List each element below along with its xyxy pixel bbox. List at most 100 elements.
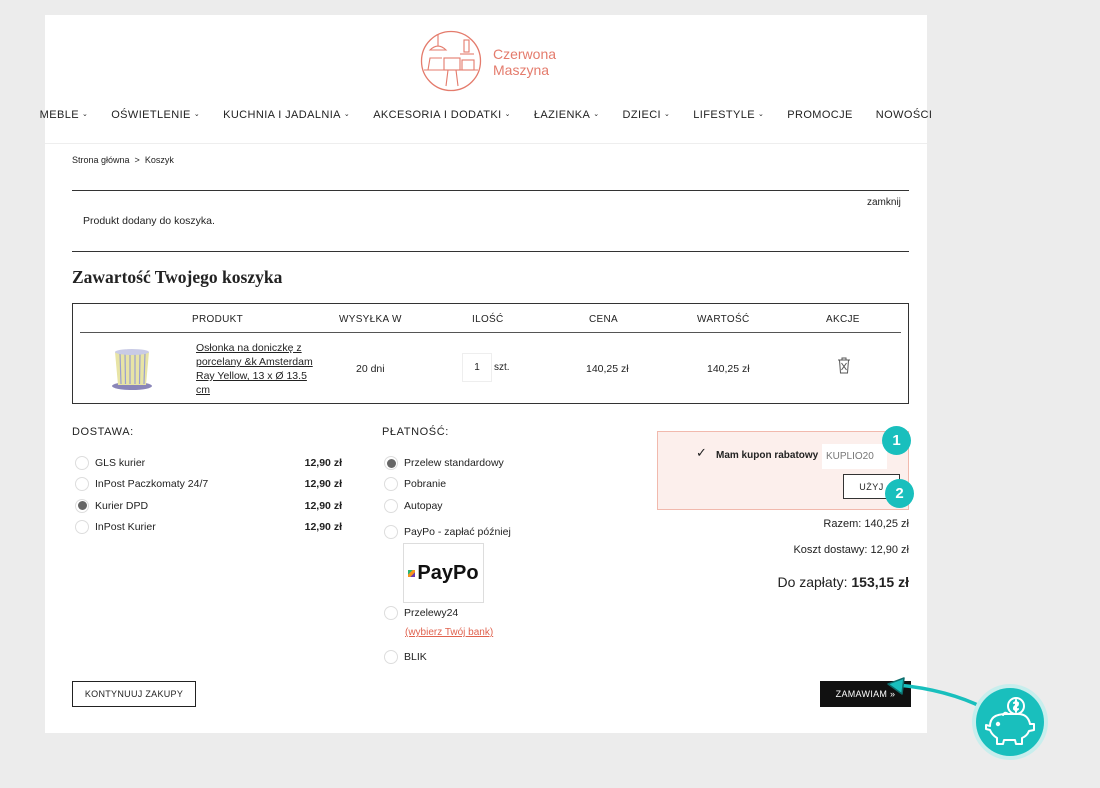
paypo-logo-text: PayPo: [417, 561, 479, 584]
brand-name[interactable]: Czerwona Maszyna: [493, 46, 556, 78]
nav-item-0[interactable]: MEBLE ⌄: [28, 109, 100, 121]
nav-item-6[interactable]: LIFESTYLE ⌄: [682, 109, 776, 121]
payment-option-blik[interactable]: BLIK: [384, 650, 427, 664]
payment-option-label: Pobranie: [404, 478, 447, 490]
coupon-panel: ✓ Mam kupon rabatowy UŻYJ: [657, 431, 909, 510]
piggy-bank-badge: [976, 688, 1044, 756]
choose-bank-link[interactable]: (wybierz Twój bank): [405, 627, 493, 638]
chevron-down-icon: ⌄: [504, 111, 511, 118]
payment-option-label: Autopay: [404, 500, 443, 512]
chevron-down-icon: ⌄: [193, 111, 201, 118]
amount-due-value: 153,15 zł: [851, 574, 909, 590]
payment-option-label: Przelew standardowy: [404, 457, 504, 469]
payment-option-autopay[interactable]: Autopay: [384, 499, 443, 513]
header-price: CENA: [589, 314, 618, 325]
nav-item-label: PROMOCJE: [787, 109, 853, 121]
notice-bottom-divider: [72, 251, 909, 252]
header-product: PRODUKT: [192, 314, 243, 325]
payment-option-label: PayPo - zapłać później: [404, 526, 511, 538]
brand-line1: Czerwona: [493, 46, 557, 62]
radio-button[interactable]: [75, 456, 89, 470]
radio-button[interactable]: [384, 499, 398, 513]
delivery-option[interactable]: GLS kurier 12,90 zł: [75, 456, 342, 470]
payment-option-paypo[interactable]: PayPo - zapłać później: [384, 525, 511, 539]
amount-due: Do zapłaty: 153,15 zł: [777, 574, 909, 590]
coupon-checkbox[interactable]: ✓: [696, 446, 709, 459]
shipping-cost: Koszt dostawy: 12,90 zł: [793, 544, 909, 556]
payment-option-przelew[interactable]: Przelew standardowy: [384, 456, 504, 470]
product-name-link[interactable]: Osłonka na doniczkę z porcelany &k Amste…: [196, 341, 316, 397]
step-badge-1: 1: [882, 426, 911, 455]
nav-item-label: AKCESORIA I DODATKI: [373, 109, 502, 121]
subtotal: Razem: 140,25 zł: [823, 518, 909, 530]
pointer-arrow-icon: [887, 677, 986, 710]
header-shipping: WYSYŁKA W: [339, 314, 402, 325]
trash-icon[interactable]: [837, 357, 851, 374]
product-thumbnail[interactable]: [111, 346, 153, 392]
delivery-option[interactable]: InPost Paczkomaty 24/7 12,90 zł: [75, 477, 342, 492]
radio-button[interactable]: [384, 525, 398, 539]
step-badge-2: 2: [885, 479, 914, 508]
nav-item-label: OŚWIETLENIE: [111, 109, 191, 121]
nav-item-2[interactable]: KUCHNIA I JADALNIA ⌄: [212, 109, 362, 121]
page: Czerwona Maszyna MEBLE ⌄ OŚWIETLENIE ⌄ KUCHN…: [40, 15, 932, 733]
quantity-unit: szt.: [494, 362, 510, 373]
radio-button[interactable]: [384, 456, 398, 470]
product-value: 140,25 zł: [707, 363, 750, 375]
close-notice-link[interactable]: zamknij: [867, 197, 901, 208]
logo-icon[interactable]: [420, 30, 482, 92]
nav-item-7[interactable]: PROMOCJE: [776, 109, 865, 121]
piggy-bank-icon: [985, 697, 1035, 745]
radio-button[interactable]: [75, 519, 89, 534]
payment-option-pobranie[interactable]: Pobranie: [384, 477, 446, 491]
delivery-option-price: 12,90 zł: [304, 457, 342, 469]
delivery-option[interactable]: Kurier DPD 12,90 zł: [75, 498, 342, 513]
header-divider: [45, 143, 927, 144]
coupon-code-input[interactable]: [822, 444, 887, 469]
delivery-option-price: 12,90 zł: [304, 478, 342, 491]
table-header-divider: [80, 332, 901, 333]
chevron-down-icon: ⌄: [343, 111, 351, 118]
nav-item-4[interactable]: ŁAZIENKA ⌄: [522, 109, 611, 121]
delivery-option-label: Kurier DPD: [95, 499, 149, 512]
main-nav: MEBLE ⌄ OŚWIETLENIE ⌄ KUCHNIA I JADALNIA ⌄ AKC…: [40, 109, 932, 121]
nav-item-3[interactable]: AKCESORIA I DODATKI ⌄: [362, 109, 523, 121]
radio-button[interactable]: [384, 477, 398, 491]
chevron-down-icon: ⌄: [664, 111, 671, 118]
nav-item-1[interactable]: OŚWIETLENIE ⌄: [100, 109, 212, 121]
chevron-down-icon: ⌄: [757, 111, 765, 118]
radio-button[interactable]: [75, 498, 89, 513]
nav-item-label: DZIECI: [622, 109, 662, 121]
breadcrumb-home[interactable]: Strona główna: [72, 155, 130, 165]
header-actions: AKCJE: [826, 314, 860, 325]
chevron-down-icon: ⌄: [593, 111, 600, 118]
payment-option-label: Przelewy24: [404, 607, 459, 619]
delivery-option-label: GLS kurier: [95, 457, 146, 469]
paypo-mark-icon: [408, 569, 416, 577]
paypo-logo: PayPo: [403, 543, 484, 603]
continue-shopping-button[interactable]: KONTYNUUJ ZAKUPY: [72, 681, 196, 707]
breadcrumb-current: Koszyk: [144, 155, 174, 165]
quantity-input[interactable]: 1: [462, 353, 492, 382]
breadcrumb-separator: >: [134, 155, 140, 165]
payment-label: PŁATNOŚĆ:: [382, 426, 449, 438]
nav-item-label: ŁAZIENKA: [533, 109, 591, 121]
added-to-cart-message: Produkt dodany do koszyka.: [83, 215, 215, 227]
radio-button[interactable]: [384, 650, 398, 664]
notice-top-divider: [72, 190, 909, 191]
nav-item-label: LIFESTYLE: [693, 109, 755, 121]
product-price: 140,25 zł: [586, 363, 629, 375]
nav-item-8[interactable]: NOWOŚCI: [864, 109, 944, 121]
cart-table: PRODUKT WYSYŁKA W ILOŚĆ CENA WARTOŚĆ AKC…: [72, 303, 909, 404]
amount-due-label: Do zapłaty:: [777, 574, 848, 590]
nav-item-5[interactable]: DZIECI ⌄: [611, 109, 682, 121]
delivery-label: DOSTAWA:: [72, 426, 134, 438]
delivery-option[interactable]: InPost Kurier 12,90 zł: [75, 519, 342, 534]
radio-button[interactable]: [384, 606, 398, 620]
delivery-option-price: 12,90 zł: [304, 499, 342, 512]
product-shipping: 20 dni: [356, 363, 385, 375]
delivery-option-price: 12,90 zł: [304, 520, 342, 533]
payment-option-przelewy24[interactable]: Przelewy24: [384, 606, 458, 620]
radio-button[interactable]: [75, 477, 89, 492]
delivery-option-label: InPost Paczkomaty 24/7: [95, 478, 209, 491]
